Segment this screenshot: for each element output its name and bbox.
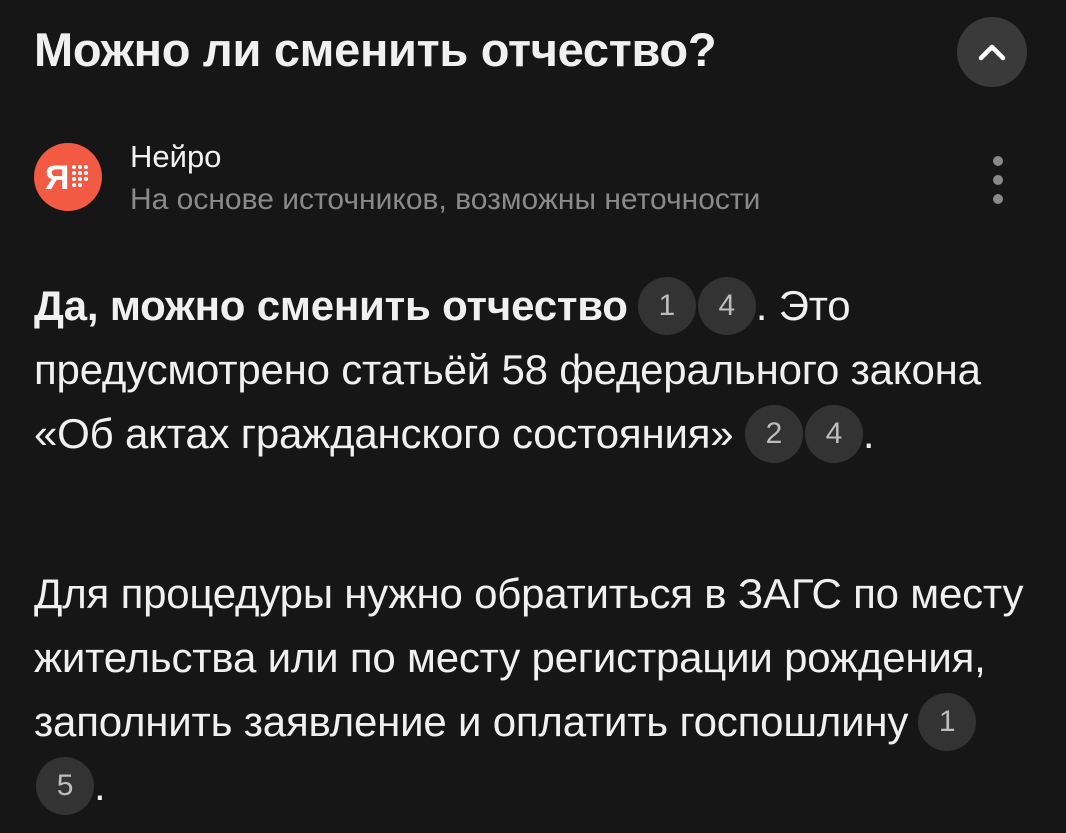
citation-badge[interactable]: 2 <box>744 404 803 463</box>
svg-text:Я: Я <box>45 159 69 197</box>
source-name: Нейро <box>130 139 222 174</box>
neuro-avatar: Я <box>34 143 102 211</box>
citation-badge[interactable]: 1 <box>637 276 696 335</box>
collapse-button[interactable] <box>957 17 1027 87</box>
source-disclaimer: На основе источников, возможны неточност… <box>130 183 761 216</box>
answer-paragraph-2: Для процедуры нужно обратиться в ЗАГС по… <box>34 562 1034 818</box>
citation-badge[interactable]: 5 <box>36 756 94 815</box>
neuro-answer-screen: Можно ли сменить отчество? Я Нейро На ос… <box>0 0 1066 833</box>
chevron-up-icon <box>978 44 1006 61</box>
more-options-button[interactable] <box>978 150 1018 210</box>
answer-text: . <box>94 762 106 809</box>
citation-badge[interactable]: 4 <box>804 404 863 463</box>
question-title: Можно ли сменить отчество? <box>34 23 717 76</box>
answer-lead: Да, можно сменить отчество <box>34 282 628 329</box>
answer-paragraph-1: Да, можно сменить отчество 1 4. Это предус… <box>34 274 1034 466</box>
answer-text: . <box>862 410 875 457</box>
more-vertical-icon <box>993 156 1003 166</box>
answer-text: Для процедуры нужно обратиться в ЗАГС по… <box>34 570 1024 745</box>
neuro-logo-icon: Я <box>45 159 88 197</box>
citation-badge[interactable]: 1 <box>918 692 977 751</box>
citation-badge[interactable]: 4 <box>697 276 756 335</box>
